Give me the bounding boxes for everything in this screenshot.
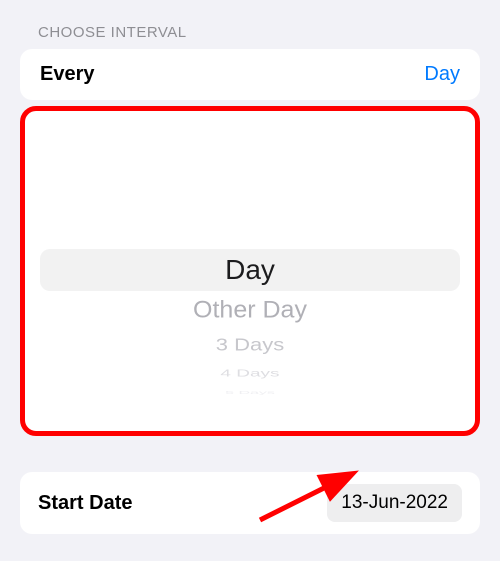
start-date-card: Start Date 13-Jun-2022 <box>20 472 480 534</box>
picker-item[interactable]: 3 Days <box>25 332 475 358</box>
picker-item[interactable]: Other Day <box>25 292 475 328</box>
section-header-choose-interval: CHOOSE INTERVAL <box>0 0 500 49</box>
interval-row-value: Day <box>424 63 460 86</box>
picker-item[interactable]: 5 Days <box>25 391 475 396</box>
interval-picker-annotation-outline: Day Other Day 3 Days 4 Days 5 Days <box>20 106 480 436</box>
interval-row-label: Every <box>40 63 95 86</box>
picker-items: Day Other Day 3 Days 4 Days 5 Days <box>25 249 475 401</box>
start-date-label: Start Date <box>38 492 132 515</box>
start-date-row[interactable]: Start Date 13-Jun-2022 <box>20 472 480 534</box>
interval-row[interactable]: Every Day <box>20 49 480 100</box>
interval-card: Every Day <box>20 49 480 100</box>
picker-item[interactable]: 4 Days <box>25 366 475 379</box>
picker-item-selected[interactable]: Day <box>25 249 475 291</box>
interval-picker[interactable]: Day Other Day 3 Days 4 Days 5 Days <box>25 111 475 431</box>
start-date-value-pill[interactable]: 13-Jun-2022 <box>327 484 462 522</box>
